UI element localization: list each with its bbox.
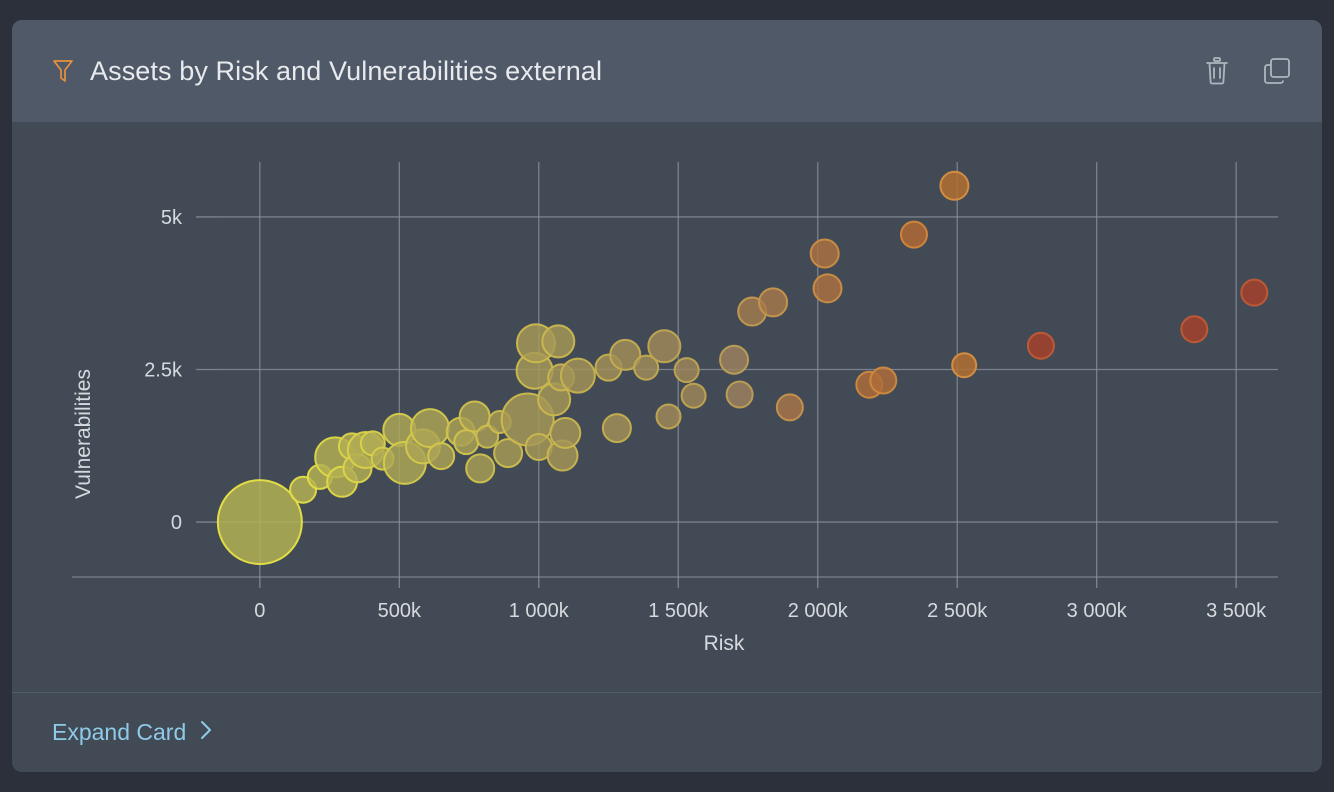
chart-bubble[interactable] xyxy=(673,357,700,384)
chart-bubble[interactable] xyxy=(951,352,978,379)
chart-bubble[interactable] xyxy=(869,366,898,395)
chart-bubble[interactable] xyxy=(216,479,303,566)
chart-bubble[interactable] xyxy=(939,170,970,201)
chart-bubble[interactable] xyxy=(809,238,840,269)
chart-bubble[interactable] xyxy=(427,442,456,471)
copy-icon xyxy=(1260,55,1294,87)
card-header: Assets by Risk and Vulnerabilities exter… xyxy=(12,20,1322,122)
chart-bubble[interactable] xyxy=(1180,315,1209,344)
chart-bubble[interactable] xyxy=(541,324,576,359)
chart-x-ticks: 0 500k 1 000k 1 500k 2 000k 2 500k 3 000k 3 500… xyxy=(254,577,1267,622)
chart-bubble[interactable] xyxy=(647,329,682,364)
chart-bubble[interactable] xyxy=(601,413,632,444)
chart-bubble[interactable] xyxy=(1240,278,1269,307)
chart-bubble[interactable] xyxy=(680,382,707,409)
filter-funnel-icon xyxy=(52,58,74,84)
x-tick-label: 3 500k xyxy=(1206,600,1267,622)
chart-bubble[interactable] xyxy=(410,408,450,449)
expand-card-label: Expand Card xyxy=(52,719,187,745)
chart-bubble[interactable] xyxy=(549,416,582,449)
x-tick-label: 0 xyxy=(254,600,265,622)
card-title-group: Assets by Risk and Vulnerabilities exter… xyxy=(52,56,1200,87)
chart-y-ticks: 0 2.5k 5k xyxy=(144,207,218,534)
y-tick-label: 2.5k xyxy=(144,360,183,382)
chart-bubble[interactable] xyxy=(725,380,754,409)
chart-bubble[interactable] xyxy=(465,453,496,484)
trash-icon xyxy=(1202,55,1232,87)
chart-bubble[interactable] xyxy=(719,344,750,375)
chart-bubble[interactable] xyxy=(775,393,804,422)
chart-bubble[interactable] xyxy=(899,220,928,249)
card-footer: Expand Card xyxy=(12,692,1322,772)
y-axis-label: Vulnerabilities xyxy=(72,369,95,499)
chart-bubble[interactable] xyxy=(812,273,843,304)
chevron-right-icon xyxy=(198,718,214,748)
chart-bubble[interactable] xyxy=(453,429,480,456)
card-header-actions xyxy=(1200,54,1294,88)
x-tick-label: 2 500k xyxy=(927,600,988,622)
x-tick-label: 3 000k xyxy=(1067,600,1128,622)
y-tick-label: 0 xyxy=(171,512,182,534)
x-tick-label: 1 000k xyxy=(509,600,570,622)
chart-bubble[interactable] xyxy=(559,357,596,394)
duplicate-card-button[interactable] xyxy=(1260,54,1294,88)
card-title: Assets by Risk and Vulnerabilities exter… xyxy=(90,55,603,86)
bubble-chart[interactable]: 0 500k 1 000k 1 500k 2 000k 2 500k 3 000k 3 500… xyxy=(12,122,1322,692)
expand-card-button[interactable]: Expand Card xyxy=(52,718,214,748)
y-tick-label: 5k xyxy=(161,207,183,229)
x-tick-label: 1 500k xyxy=(648,600,709,622)
chart-bubble[interactable] xyxy=(1026,331,1055,360)
delete-card-button[interactable] xyxy=(1200,54,1234,88)
chart-bubble[interactable] xyxy=(758,287,789,318)
x-tick-label: 2 000k xyxy=(788,600,849,622)
chart-bubbles[interactable] xyxy=(216,170,1269,566)
chart-bubble[interactable] xyxy=(655,403,682,430)
x-tick-label: 500k xyxy=(378,600,422,622)
chart-area: 0 500k 1 000k 1 500k 2 000k 2 500k 3 000k 3 500… xyxy=(12,122,1322,692)
x-axis-label: Risk xyxy=(704,632,745,655)
dashboard-card: Assets by Risk and Vulnerabilities exter… xyxy=(12,20,1322,772)
